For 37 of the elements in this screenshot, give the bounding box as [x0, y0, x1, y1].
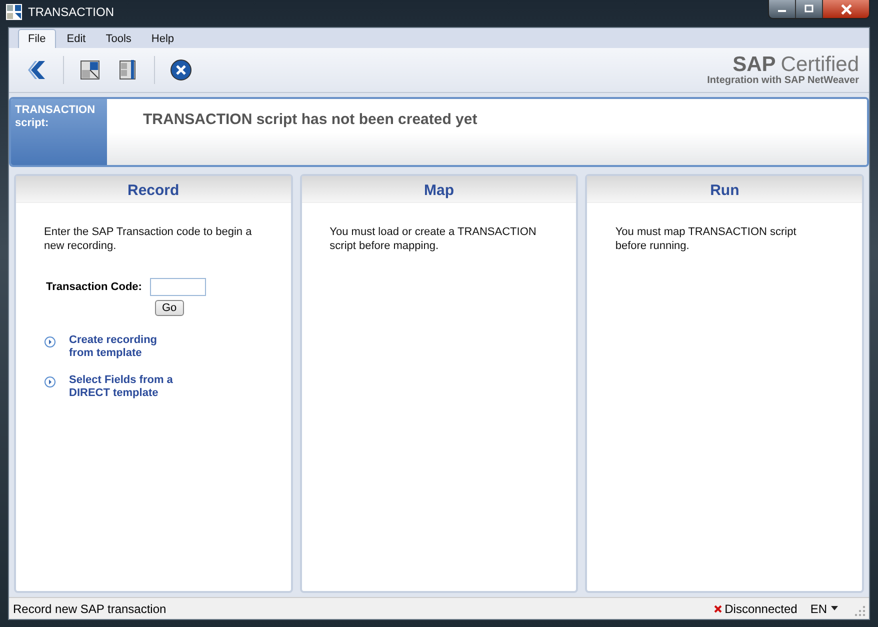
connection-status: Disconnected: [724, 602, 798, 616]
menu-tab[interactable]: Help: [142, 30, 184, 48]
panel-title: Map: [424, 182, 454, 199]
panel-text: You must load or create a TRANSACTION script before mapping.: [330, 225, 538, 253]
minimize-button[interactable]: [769, 0, 796, 18]
panel-title: Record: [127, 182, 180, 199]
panel-text: Enter the SAP Transaction code to begin a new recording.: [44, 225, 253, 253]
window-title: TRANSACTION: [28, 5, 114, 19]
link[interactable]: Create recording from template: [69, 334, 181, 360]
arrow-circle-icon[interactable]: [44, 336, 56, 348]
logo-tagline: Integration with SAP NetWeaver: [707, 74, 859, 86]
field-label: Transaction Code:: [46, 281, 142, 293]
go-button[interactable]: Go: [155, 300, 184, 316]
arrow-circle-icon[interactable]: [44, 376, 56, 388]
maximize-icon: [804, 4, 814, 14]
status-text: Record new SAP transaction: [13, 602, 166, 616]
transaction-code-field[interactable]: [150, 278, 206, 296]
maximize-button[interactable]: [796, 0, 823, 18]
caret-icon: [831, 606, 838, 611]
logo-brand: SAP: [732, 54, 776, 74]
link[interactable]: Select Fields from a DIRECT template: [69, 374, 181, 400]
logo-word: Certified: [780, 54, 859, 74]
banner-label: TRANSACTION script:: [15, 104, 96, 129]
cross-icon: [714, 604, 722, 612]
panel-text: You must map TRANSACTION script before running.: [615, 225, 798, 253]
menu-tab[interactable]: File: [18, 29, 56, 48]
resize-grip-icon[interactable]: [855, 606, 865, 616]
language-dropdown[interactable]: EN: [810, 602, 852, 616]
grid-icon[interactable]: [78, 58, 102, 82]
cancel-icon[interactable]: [169, 58, 193, 82]
close-icon: [840, 4, 852, 14]
close-button[interactable]: [823, 0, 869, 18]
panel-title: Run: [710, 182, 740, 199]
banner-message: TRANSACTION script has not been created yet: [143, 111, 478, 128]
menu-tab[interactable]: Tools: [96, 30, 140, 48]
app-icon: [6, 4, 22, 20]
menu-tab[interactable]: Edit: [58, 30, 95, 48]
